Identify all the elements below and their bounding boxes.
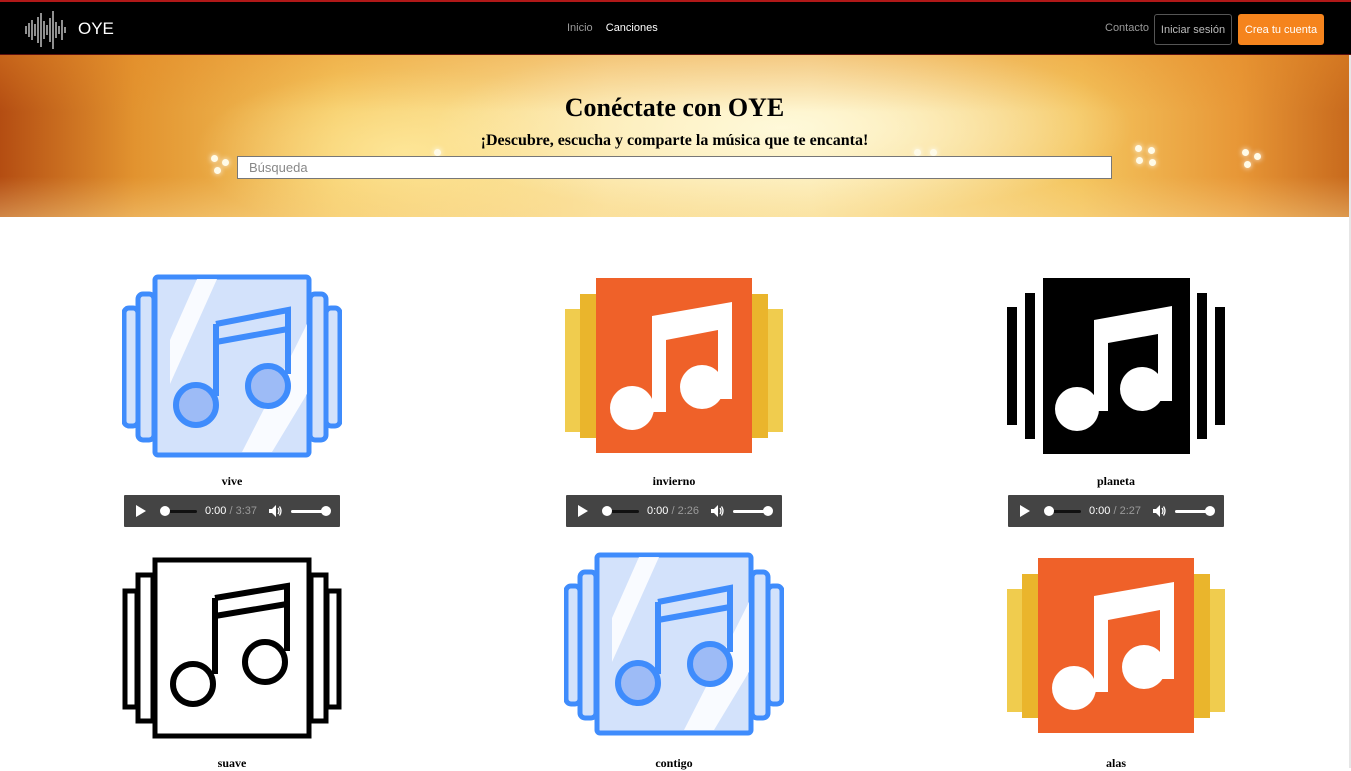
music-album-icon[interactable] (564, 552, 784, 737)
stage-light (1149, 159, 1156, 166)
volume-icon[interactable] (1152, 504, 1166, 518)
stage-light (1136, 157, 1143, 164)
volume-icon[interactable] (268, 504, 282, 518)
nav-link-contacto[interactable]: Contacto (1105, 22, 1149, 34)
music-album-icon[interactable] (122, 274, 342, 459)
song-title: vive (221, 474, 243, 488)
stage-light (222, 159, 229, 166)
music-album-icon[interactable] (1006, 274, 1226, 459)
volume-handle[interactable] (763, 506, 773, 516)
brand-name[interactable]: OYE (78, 19, 114, 39)
main-nav: Inicio Canciones (567, 22, 668, 34)
current-time: 0:00 (205, 505, 227, 517)
audio-player: 0:00 / 2:26 (566, 495, 782, 527)
search-input[interactable] (237, 156, 1112, 179)
signup-button[interactable]: Crea tu cuenta (1238, 14, 1324, 45)
hero-subtitle: ¡Descubre, escucha y comparte la música … (480, 132, 869, 149)
hero-banner: Conéctate con OYE ¡Descubre, escucha y c… (0, 55, 1349, 217)
stage-light (1244, 161, 1251, 168)
song-title: contigo (655, 756, 693, 770)
time-display: 0:00 / 2:26 (647, 505, 699, 517)
seek-handle[interactable] (1044, 506, 1054, 516)
play-icon[interactable] (578, 505, 588, 517)
duration: / 2:26 (671, 505, 700, 517)
song-title: alas (1105, 756, 1126, 770)
stage-light (1242, 149, 1249, 156)
play-icon[interactable] (136, 505, 146, 517)
current-time: 0:00 (647, 505, 669, 517)
time-display: 0:00 / 3:37 (205, 505, 257, 517)
stage-light (214, 167, 221, 174)
stage-light (1254, 153, 1261, 160)
play-icon[interactable] (1020, 505, 1030, 517)
stage-light (434, 149, 441, 156)
seek-handle[interactable] (602, 506, 612, 516)
song-title: planeta (1096, 474, 1135, 488)
current-time: 0:00 (1089, 505, 1111, 517)
duration: / 2:27 (1113, 505, 1142, 517)
music-album-icon[interactable] (122, 556, 342, 741)
stage-light (930, 149, 937, 156)
seek-handle[interactable] (160, 506, 170, 516)
stage-light (211, 155, 218, 162)
stage-light (914, 149, 921, 156)
nav-link-canciones[interactable]: Canciones (606, 22, 658, 34)
music-album-icon[interactable] (564, 274, 784, 459)
music-album-icon[interactable] (1006, 556, 1226, 741)
volume-handle[interactable] (1205, 506, 1215, 516)
audio-player: 0:00 / 3:37 (124, 495, 340, 527)
sound-wave-logo-icon[interactable] (24, 11, 66, 49)
nav-link-inicio[interactable]: Inicio (567, 22, 593, 34)
song-title: suave (217, 756, 247, 770)
audio-player: 0:00 / 2:27 (1008, 495, 1224, 527)
time-display: 0:00 / 2:27 (1089, 505, 1141, 517)
hero-title: Conéctate con OYE (564, 93, 785, 122)
navbar: OYE Inicio Canciones Contacto Iniciar se… (0, 0, 1351, 55)
duration: / 3:37 (229, 505, 258, 517)
login-button[interactable]: Iniciar sesión (1154, 14, 1232, 45)
song-title: invierno (652, 474, 696, 488)
volume-icon[interactable] (710, 504, 724, 518)
volume-handle[interactable] (321, 506, 331, 516)
